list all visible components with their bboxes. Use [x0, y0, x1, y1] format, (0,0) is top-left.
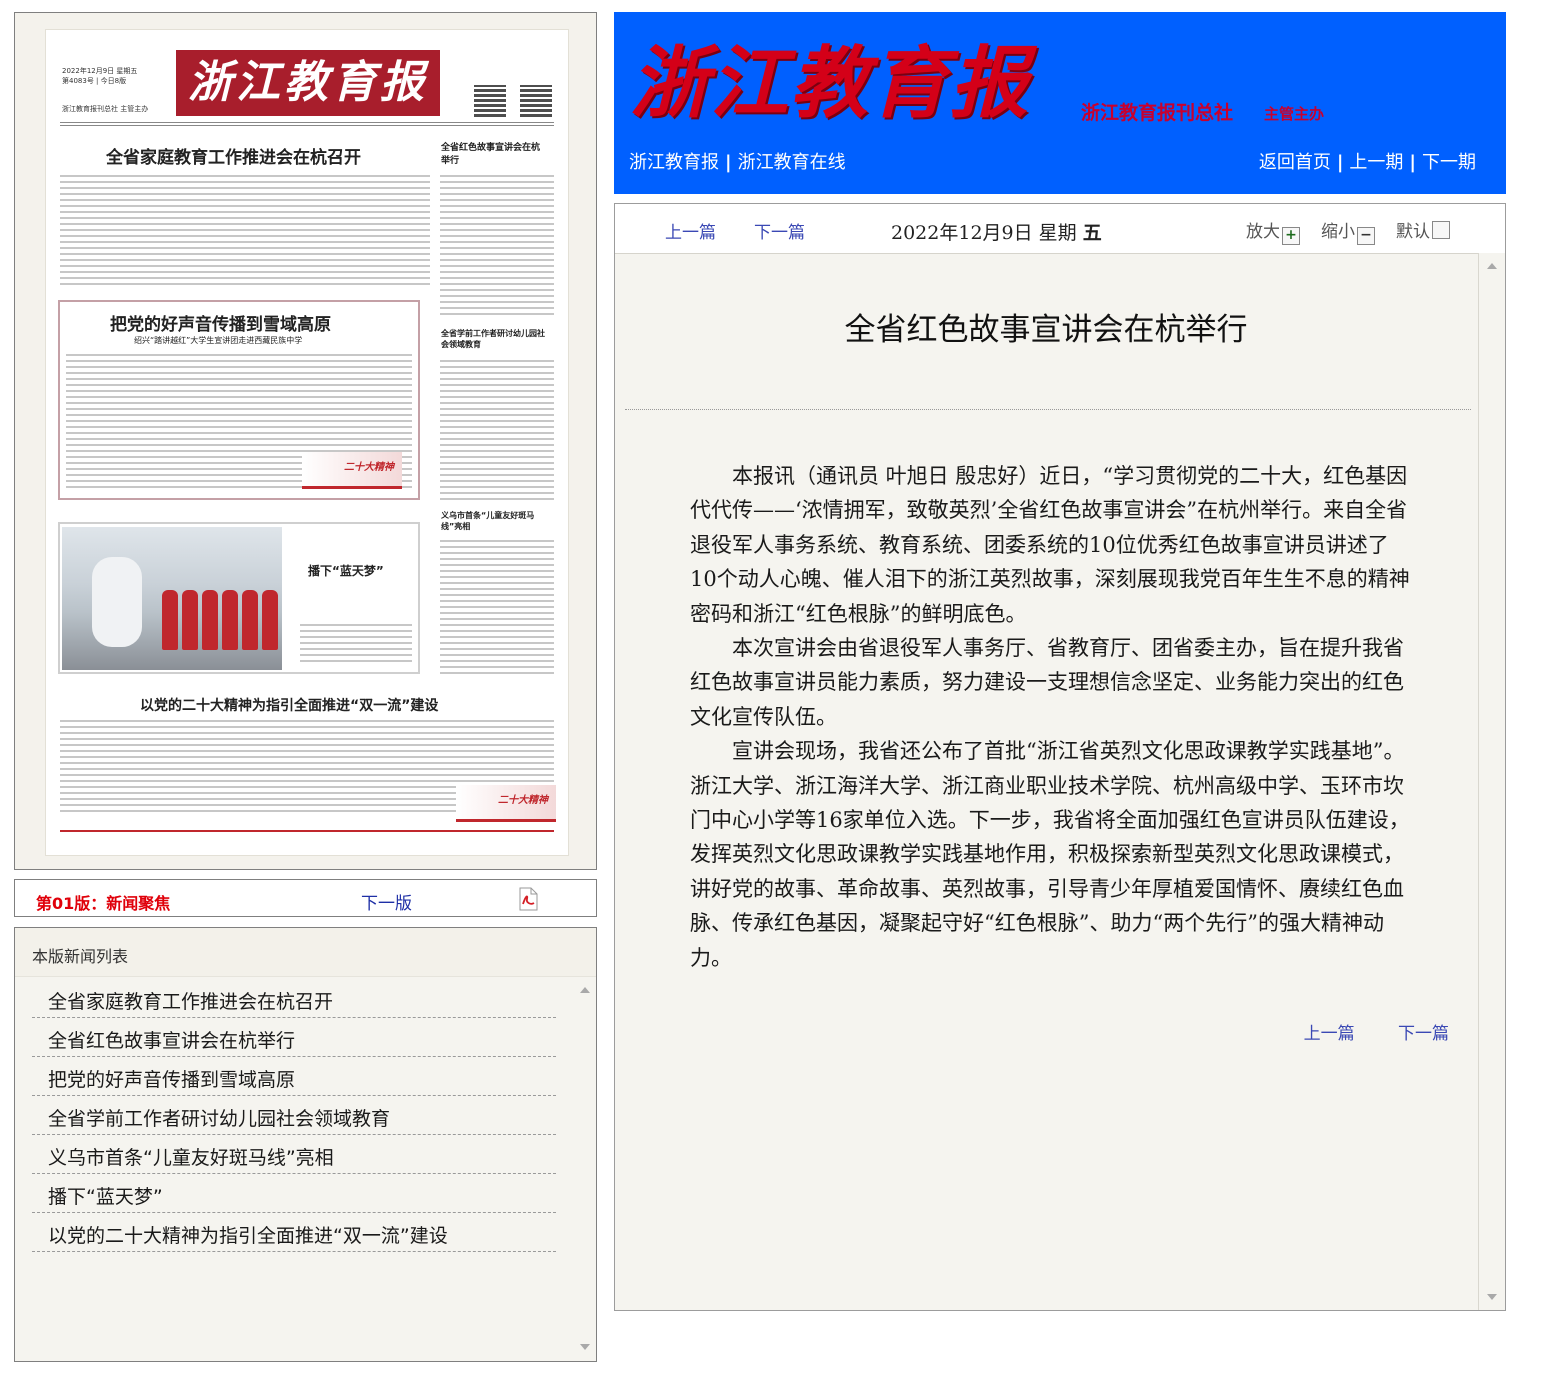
issue-date: 2022年12月9日 星期 五 — [891, 218, 1102, 245]
nav-link-online[interactable]: 浙江教育在线 — [738, 152, 846, 173]
zoom-out-button[interactable]: 缩小 − — [1321, 217, 1375, 245]
np-subheadline-box: 绍兴“踏讲越红”大学生宣讲团走进西藏民族中学 — [134, 336, 303, 345]
site-banner: 浙江教育报 浙江教育报刊总社 主管主办 浙江教育报 | 浙江教育在线 返回首页 | 上一… — [614, 12, 1506, 194]
np-text-block — [60, 175, 430, 285]
previous-issue-link[interactable]: 上一期 — [1349, 152, 1403, 173]
scroll-down-arrow-icon[interactable] — [1487, 1294, 1497, 1300]
np-stamp-badge: 二十大精神 — [456, 785, 556, 822]
plus-icon: + — [1282, 227, 1300, 245]
issue-date-text: 2022年12月9日 星期 — [891, 222, 1077, 244]
next-version-link[interactable]: 下一版 — [361, 889, 412, 914]
article-scrollbar[interactable] — [1478, 253, 1505, 1310]
newspaper-date: 2022年12月9日 星期五 — [62, 67, 138, 75]
article-body: 本报讯（通讯员 叶旭日 殷忠好）近日，“学习贯彻党的二十大，红色基因代代传——‘… — [690, 459, 1413, 975]
article-toolbar: 上一篇 下一篇 2022年12月9日 星期 五 放大 + 缩小 − 默认 — [615, 204, 1505, 254]
np-stamp-badge: 二十大精神 — [302, 452, 402, 489]
newspaper-issue: 第4083号 | 今日8版 — [62, 77, 127, 85]
divider — [60, 122, 554, 123]
prev-article-link[interactable]: 上一篇 — [665, 218, 716, 243]
article-footer-nav: 上一篇 下一篇 — [1266, 1019, 1449, 1044]
zoom-default-label: 默认 — [1396, 222, 1430, 242]
home-link[interactable]: 返回首页 — [1259, 152, 1331, 173]
qr-code-icon — [520, 85, 552, 117]
np-headline-bottom: 以党的二十大精神为指引全面推进“双一流”建设 — [140, 698, 439, 714]
site-nav-left: 浙江教育报 | 浙江教育在线 — [629, 148, 846, 174]
news-list-item[interactable]: 全省红色故事宣讲会在杭举行 — [32, 1019, 556, 1057]
nav-separator: | — [1409, 152, 1416, 173]
site-logo[interactable]: 浙江教育报 — [630, 30, 1044, 138]
np-text-block — [440, 175, 554, 315]
reset-icon — [1432, 221, 1450, 239]
np-headline-side3: 义乌市首条“儿童友好斑马线”亮相 — [441, 511, 535, 531]
newspaper-date-line: 2022年12月9日 星期五 第4083号 | 今日8版 浙江教育报刊总社 主管… — [62, 66, 162, 114]
scroll-up-arrow-icon[interactable] — [1487, 263, 1497, 269]
scroll-up-arrow-icon[interactable] — [580, 987, 590, 993]
minus-icon: − — [1357, 227, 1375, 245]
news-list-header: 本版新闻列表 — [15, 928, 596, 977]
np-text-block — [300, 624, 412, 664]
version-bar: 第01版：新闻聚焦 下一版 — [14, 879, 597, 917]
article-paragraph: 本次宣讲会由省退役军人事务厅、省教育厅、团省委主办，旨在提升我省红色故事宣讲员能… — [690, 636, 1404, 729]
newspaper-page-image[interactable]: 2022年12月9日 星期五 第4083号 | 今日8版 浙江教育报刊总社 主管… — [46, 30, 568, 855]
site-nav-right: 返回首页 | 上一期 | 下一期 — [1259, 148, 1476, 174]
next-article-link[interactable]: 下一篇 — [754, 218, 805, 243]
news-list-item[interactable]: 播下“蓝天梦” — [32, 1175, 556, 1213]
news-list-heading: 本版新闻列表 — [32, 947, 129, 966]
np-text-block — [440, 540, 554, 675]
np-headline-box: 把党的好声音传播到雪域高原 — [110, 315, 331, 335]
publisher-name: 浙江教育报刊总社 — [1081, 102, 1234, 124]
article-paragraph: 本报讯（通讯员 叶旭日 殷忠好）近日，“学习贯彻党的二十大，红色基因代代传——‘… — [690, 464, 1410, 626]
issue-weekday: 五 — [1082, 222, 1102, 244]
footer-prev-article-link[interactable]: 上一篇 — [1304, 1024, 1355, 1044]
news-list-item[interactable]: 以党的二十大精神为指引全面推进“双一流”建设 — [32, 1214, 556, 1252]
news-list-item[interactable]: 全省学前工作者研讨幼儿园社会领域教育 — [32, 1097, 556, 1135]
news-list-item[interactable]: 义乌市首条“儿童友好斑马线”亮相 — [32, 1136, 556, 1174]
next-issue-link[interactable]: 下一期 — [1422, 152, 1476, 173]
nav-link-newspaper[interactable]: 浙江教育报 — [629, 152, 719, 173]
nav-separator: | — [1336, 152, 1344, 173]
divider — [60, 830, 554, 832]
news-list-panel: 本版新闻列表 全省家庭教育工作推进会在杭召开 全省红色故事宣讲会在杭举行 把党的… — [14, 927, 597, 1362]
zoom-in-label: 放大 — [1246, 222, 1280, 242]
newspaper-page-panel: 2022年12月9日 星期五 第4083号 | 今日8版 浙江教育报刊总社 主管… — [14, 12, 597, 870]
footer-next-article-link[interactable]: 下一篇 — [1398, 1024, 1449, 1044]
news-list: 全省家庭教育工作推进会在杭召开 全省红色故事宣讲会在杭举行 把党的好声音传播到雪… — [32, 980, 556, 1253]
divider — [60, 125, 554, 126]
zoom-default-button[interactable]: 默认 — [1396, 217, 1450, 242]
nav-separator: | — [725, 152, 732, 173]
zoom-in-button[interactable]: 放大 + — [1246, 217, 1300, 245]
divider — [625, 409, 1471, 410]
pdf-icon[interactable] — [517, 887, 539, 911]
newspaper-publisher: 浙江教育报刊总社 主管主办 — [62, 105, 149, 113]
news-list-item[interactable]: 把党的好声音传播到雪域高原 — [32, 1058, 556, 1096]
np-text-block — [440, 360, 554, 500]
np-boxed-story: 把党的好声音传播到雪域高原 绍兴“踏讲越红”大学生宣讲团走进西藏民族中学 二十大… — [58, 300, 420, 500]
newspaper-masthead: 浙江教育报 — [176, 50, 440, 116]
scroll-down-arrow-icon[interactable] — [580, 1344, 590, 1350]
article-title: 全省红色故事宣讲会在杭举行 — [844, 312, 1248, 348]
np-photo-image — [62, 527, 282, 670]
article-paragraph: 宣讲会现场，我省还公布了首批“浙江省英烈文化思政课教学实践基地”。浙江大学、浙江… — [690, 739, 1410, 970]
publisher-role: 主管主办 — [1264, 105, 1325, 123]
np-headline-main: 全省家庭教育工作推进会在杭召开 — [106, 148, 361, 168]
np-headline-side2: 全省学前工作者研讨幼儿园社会领域教育 — [441, 329, 545, 349]
qr-code-icon — [474, 85, 506, 117]
article-panel: 上一篇 下一篇 2022年12月9日 星期 五 放大 + 缩小 − 默认 全省红色故… — [614, 203, 1506, 1311]
np-headline-photo: 播下“蓝天梦” — [308, 564, 384, 578]
np-headline-side1: 全省红色故事宣讲会在杭举行 — [441, 143, 541, 166]
zoom-out-label: 缩小 — [1321, 222, 1355, 242]
news-list-item[interactable]: 全省家庭教育工作推进会在杭召开 — [32, 980, 556, 1018]
version-title: 第01版：新闻聚焦 — [36, 894, 171, 913]
